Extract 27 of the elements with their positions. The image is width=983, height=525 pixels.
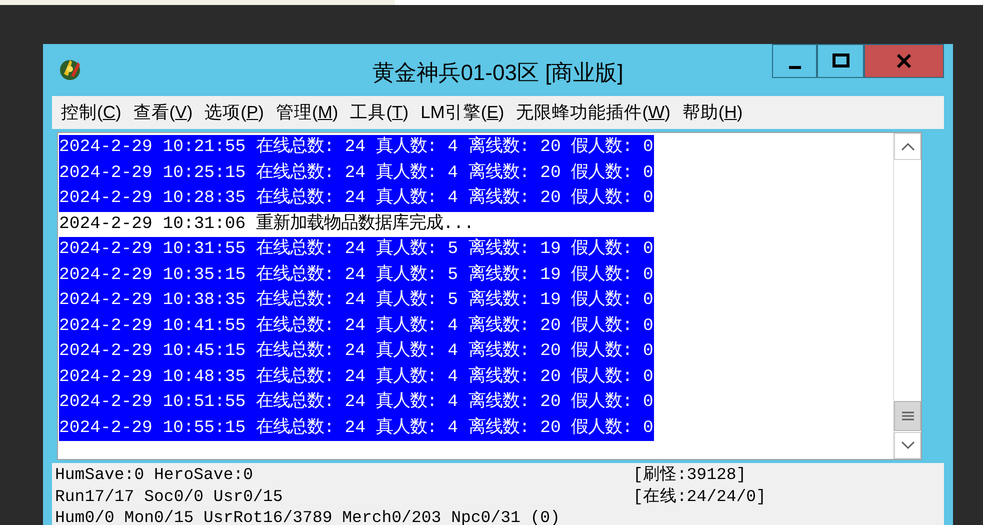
menu-item[interactable]: 管理(M) — [270, 97, 344, 128]
maximize-icon — [832, 53, 850, 69]
scroll-thumb[interactable] — [894, 401, 921, 431]
log-line[interactable]: 2024-2-29 10:31:06 重新加载物品数据库完成... — [59, 212, 476, 237]
menu-item[interactable]: 工具(T) — [344, 97, 415, 128]
close-icon — [896, 54, 912, 68]
status-text: HumSave:0 HeroSave:0 — [55, 464, 254, 486]
scroll-up-button[interactable] — [894, 133, 921, 160]
menu-item[interactable]: 查看(V) — [127, 97, 199, 128]
status-text: [在线:24/24/0] — [632, 486, 766, 507]
chevron-up-icon — [900, 142, 914, 151]
maximize-button[interactable] — [817, 44, 864, 78]
menu-item[interactable]: 选项(P) — [198, 97, 270, 128]
scrollbar[interactable] — [893, 133, 921, 459]
menu-item[interactable]: LM引擎(E) — [414, 97, 510, 128]
menu-item[interactable]: 帮助(H) — [676, 97, 749, 128]
minimize-icon — [788, 66, 800, 68]
menu-item[interactable]: 控制(C) — [55, 97, 128, 128]
menu-item[interactable]: 无限蜂功能插件(W) — [510, 97, 676, 128]
status-text: [刷怪:39128] — [632, 464, 748, 486]
scroll-down-button[interactable] — [894, 432, 921, 459]
minimize-button[interactable] — [772, 44, 817, 78]
window-title: 黄金神兵01-03区 [商业版] — [372, 59, 624, 87]
chevron-down-icon — [900, 441, 914, 450]
status-text: Run17/17 Soc0/0 Usr0/15 — [55, 486, 284, 507]
close-button[interactable] — [864, 44, 944, 78]
grip-icon — [902, 411, 914, 421]
